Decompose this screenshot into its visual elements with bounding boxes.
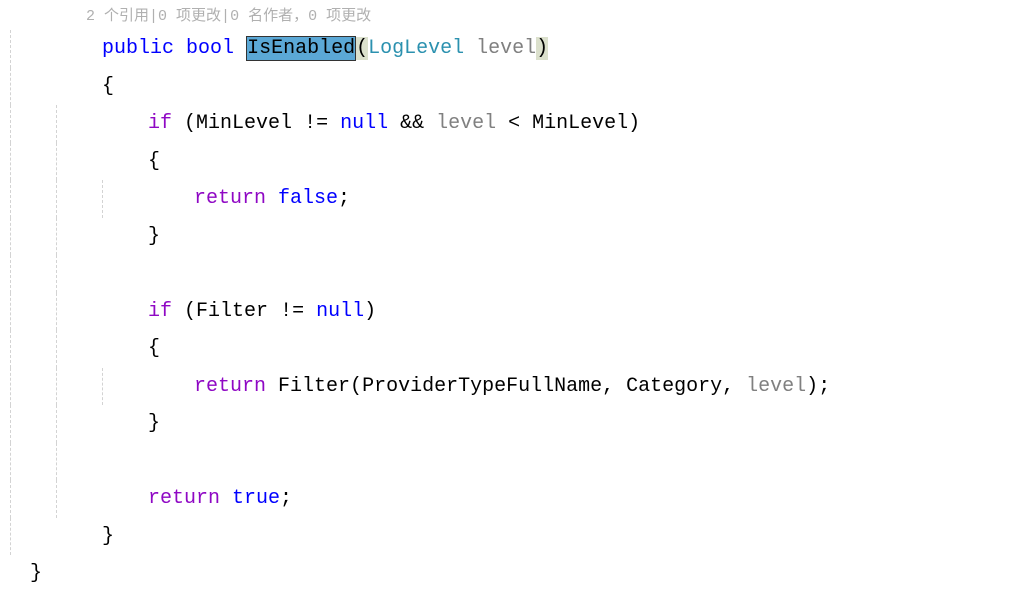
keyword-if: if xyxy=(148,112,172,135)
code-line-if-2[interactable]: if (Filter != null) xyxy=(10,293,1033,331)
code-line-brace-open[interactable]: { xyxy=(10,68,1033,106)
code-line-blank[interactable] xyxy=(10,255,1033,293)
codelens-changes-1[interactable]: 0 项更改 xyxy=(158,8,221,25)
code-line-return-filter[interactable]: return Filter(ProviderTypeFullName, Cate… xyxy=(10,368,1033,406)
code-line-if-1[interactable]: if (MinLevel != null && level < MinLevel… xyxy=(10,105,1033,143)
type-loglevel: LogLevel xyxy=(368,37,464,60)
semicolon: ; xyxy=(338,187,350,210)
method-name-highlighted[interactable]: IsEnabled xyxy=(246,36,356,61)
paren-close: ) xyxy=(536,37,548,60)
brace-open: { xyxy=(148,337,160,360)
keyword-null: null xyxy=(340,112,388,135)
brace-close: } xyxy=(148,412,160,435)
ident-level: level xyxy=(436,112,496,135)
codelens-refs[interactable]: 2 个引用 xyxy=(86,8,149,25)
keyword-if: if xyxy=(148,300,172,323)
brace-open: { xyxy=(148,150,160,173)
ident-filter-call: Filter xyxy=(278,375,350,398)
code-line-return-false[interactable]: return false; xyxy=(10,180,1033,218)
arg-category: Category xyxy=(626,375,722,398)
code-line-blank[interactable] xyxy=(10,443,1033,481)
brace-close: } xyxy=(148,225,160,248)
keyword-return: return xyxy=(194,187,266,210)
arg-providertype: ProviderTypeFullName xyxy=(362,375,602,398)
codelens-sep: | xyxy=(149,8,158,25)
brace-close: } xyxy=(102,525,114,548)
keyword-false: false xyxy=(278,187,338,210)
code-line-brace-open-inner1[interactable]: { xyxy=(10,143,1033,181)
codelens-annotation[interactable]: 2 个引用|0 项更改|0 名作者，0 项更改 xyxy=(10,6,1033,30)
keyword-bool: bool xyxy=(186,37,234,60)
code-line-brace-close-inner1[interactable]: } xyxy=(10,218,1033,256)
ident-minlevel: MinLevel xyxy=(532,112,628,135)
param-level: level xyxy=(476,37,536,60)
keyword-return: return xyxy=(148,487,220,510)
codelens-sep: | xyxy=(221,8,230,25)
keyword-return: return xyxy=(194,375,266,398)
arg-level: level xyxy=(746,375,806,398)
code-line-brace-close[interactable]: } xyxy=(10,518,1033,556)
keyword-public: public xyxy=(102,37,174,60)
code-line-brace-close-inner2[interactable]: } xyxy=(10,405,1033,443)
brace-close: } xyxy=(30,562,42,585)
code-line-brace-open-inner2[interactable]: { xyxy=(10,330,1033,368)
codelens-changes-2[interactable]: 0 项更改 xyxy=(308,8,371,25)
semicolon: ; xyxy=(280,487,292,510)
semicolon: ; xyxy=(818,375,830,398)
codelens-comma: ， xyxy=(293,8,308,25)
ident-filter: Filter xyxy=(196,300,268,323)
code-line-brace-close-outer[interactable]: } xyxy=(10,555,1033,593)
ident-minlevel: MinLevel xyxy=(196,112,292,135)
keyword-true: true xyxy=(232,487,280,510)
keyword-null: null xyxy=(316,300,364,323)
code-line-return-true[interactable]: return true; xyxy=(10,480,1033,518)
codelens-authors[interactable]: 0 名作者 xyxy=(230,8,293,25)
brace-open: { xyxy=(102,75,114,98)
paren-open: ( xyxy=(356,37,368,60)
code-line-signature[interactable]: public bool IsEnabled(LogLevel level) xyxy=(10,30,1033,68)
